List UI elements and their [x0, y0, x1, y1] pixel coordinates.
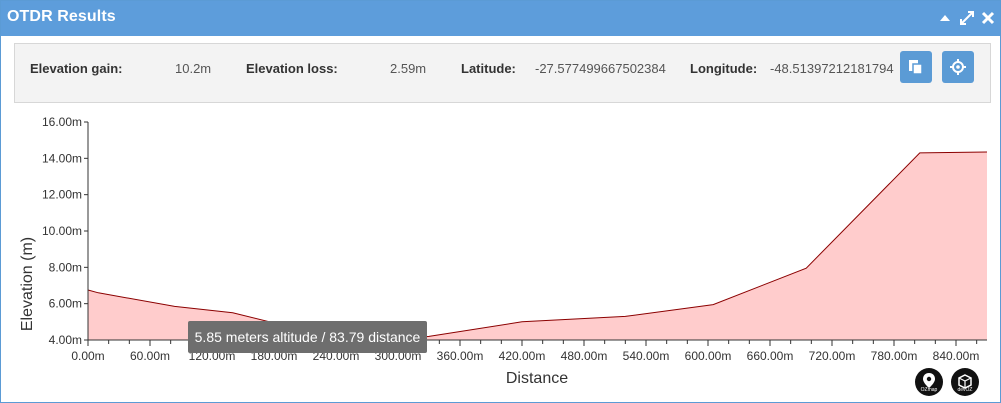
x-tick-label: 480.00m — [561, 349, 608, 363]
x-tick-label: 660.00m — [747, 349, 794, 363]
copy-icon — [909, 60, 923, 75]
elevation-loss-label: Elevation loss: — [246, 61, 338, 76]
x-tick-label: 600.00m — [685, 349, 732, 363]
longitude-value: -48.51397212181794 — [770, 61, 894, 76]
x-axis-title: Distance — [506, 370, 568, 387]
x-tick-label: 720.00m — [809, 349, 856, 363]
window-title: OTDR Results — [7, 8, 116, 25]
expand-icon[interactable] — [959, 9, 975, 32]
collapse-icon[interactable] — [939, 9, 951, 32]
chart-tooltip: 5.85 meters altitude / 83.79 distance — [188, 321, 427, 353]
y-tick-label: 6.00m — [49, 297, 82, 311]
x-tick-label: 360.00m — [437, 349, 484, 363]
longitude-label: Longitude: — [690, 61, 758, 76]
latitude-label: Latitude: — [461, 61, 516, 76]
y-tick-label: 8.00m — [49, 260, 82, 274]
x-tick-label: 840.00m — [933, 349, 980, 363]
y-tick-label: 16.00m — [42, 115, 82, 129]
ozmap-logo: OZmap — [915, 368, 943, 396]
x-tick-label: 780.00m — [871, 349, 918, 363]
y-axis-title: Elevation (m) — [19, 237, 36, 331]
y-tick-label: 14.00m — [42, 151, 82, 165]
x-tick-label: 420.00m — [499, 349, 546, 363]
devoz-logo-text: devOZ — [957, 387, 973, 393]
x-tick-label: 0.00m — [71, 349, 104, 363]
elevation-gain-value: 10.2m — [175, 61, 212, 76]
x-tick-label: 60.00m — [130, 349, 170, 363]
y-tick-label: 10.00m — [42, 224, 82, 238]
elevation-loss-value: 2.59m — [390, 61, 427, 76]
crosshair-icon — [950, 59, 966, 75]
elevation-gain-label: Elevation gain: — [30, 61, 123, 76]
close-icon[interactable] — [981, 9, 995, 32]
window-titlebar[interactable]: OTDR Results — [1, 1, 1000, 36]
info-panel: Elevation gain: 10.2m Elevation loss: 2.… — [14, 43, 991, 103]
copy-coordinates-button[interactable] — [900, 51, 932, 83]
latitude-value: -27.577499667502384 — [535, 61, 666, 76]
y-tick-label: 12.00m — [42, 188, 82, 202]
y-tick-label: 4.00m — [49, 333, 82, 347]
devoz-logo: devOZ — [951, 368, 979, 396]
ozmap-logo-text: OZmap — [920, 387, 938, 393]
elevation-chart: 4.00m 6.00m 8.00m 10.00m 12.00m 14.00m 16.00m 0… — [19, 115, 988, 387]
x-tick-label: 540.00m — [623, 349, 670, 363]
plot-area: 4.00m 6.00m 8.00m 10.00m 12.00m 14.00m 16.00m 0… — [42, 115, 988, 363]
locate-point-button[interactable] — [942, 51, 974, 83]
